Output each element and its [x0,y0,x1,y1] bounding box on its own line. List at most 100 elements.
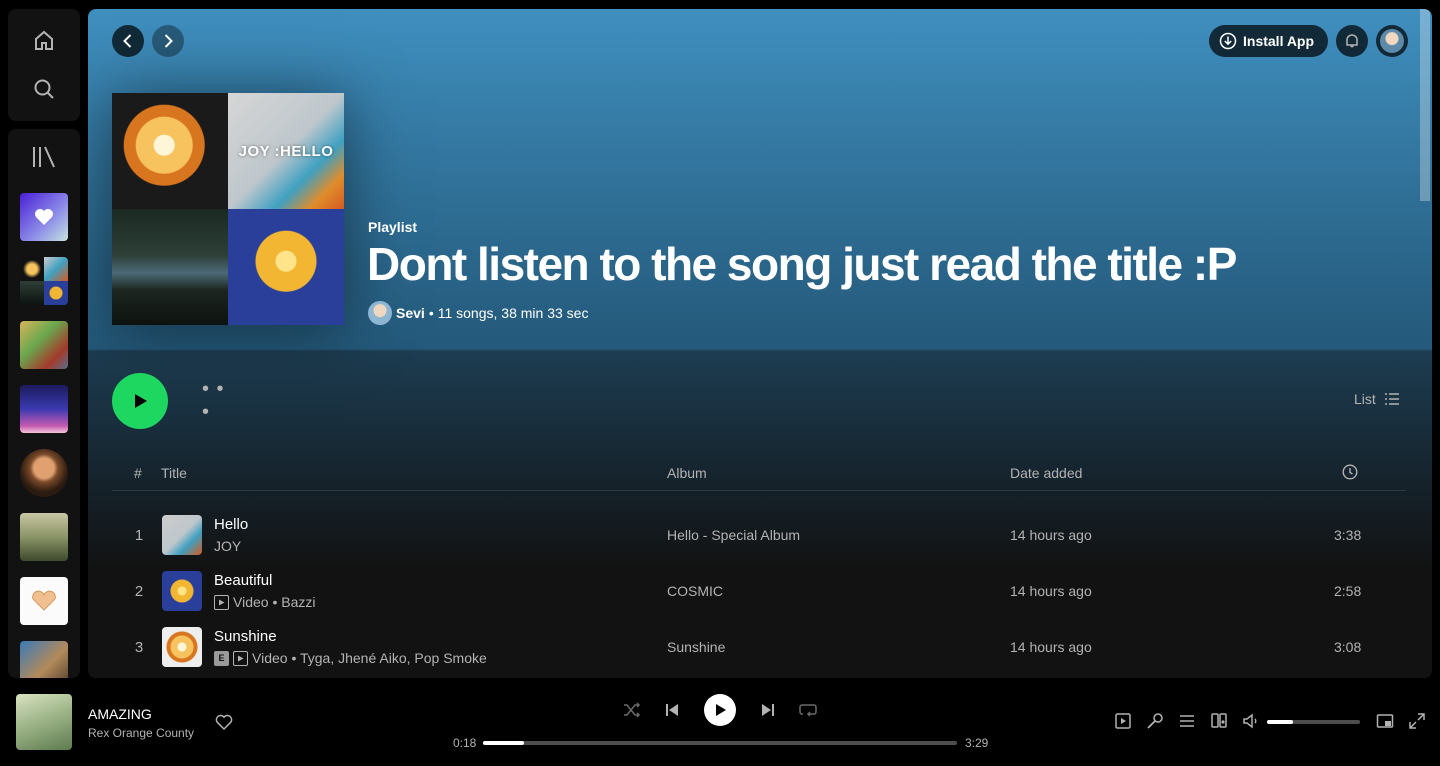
track-thumbnail [162,627,202,667]
track-artist-line: JOY [214,538,241,554]
track-album-link[interactable]: Sunshine [667,639,725,655]
playlist-meta: Sevi • 11 songs, 38 min 33 sec [368,301,588,325]
devices-icon [1211,713,1227,728]
track-artist-line: Video • Bazzi [214,594,315,610]
main-view: Install App JOY :HELLO Playlist Dont lis… [88,9,1432,678]
chevron-right-icon [164,34,173,48]
fullscreen-icon [1409,713,1425,729]
track-number: 1 [134,527,144,544]
play-playlist-button[interactable] [112,373,168,429]
now-playing-cover[interactable] [16,694,72,750]
volume-slider[interactable] [1267,720,1360,724]
owner-name-link[interactable]: Sevi [396,305,425,321]
like-button[interactable] [214,712,234,732]
track-title-link[interactable]: Beautiful [214,572,272,589]
cover-tile [112,209,228,325]
progress-bar[interactable] [483,741,957,745]
mute-button[interactable] [1242,712,1260,730]
table-header: # Title Album Date added [112,457,1406,491]
separator-dot: • [428,305,434,321]
library-playlist-item[interactable] [20,385,68,433]
download-icon [1219,32,1237,50]
library-playlist-item[interactable] [20,257,68,305]
skip-forward-icon [762,704,774,716]
playlist-type: Playlist [368,219,418,235]
track-date-added: 14 hours ago [1010,527,1092,543]
library-playlist-item[interactable] [20,513,68,561]
column-header-date-added[interactable]: Date added [1010,465,1082,481]
volume-fill [1267,720,1294,724]
cover-tile: JOY :HELLO [228,93,344,209]
next-button[interactable] [756,700,780,720]
table-row[interactable]: 3 Sunshine E Video • Tyga, Jhené Aiko, P… [112,619,1406,675]
search-icon[interactable] [28,73,60,105]
track-duration: 2:58 [1334,583,1362,599]
previous-button[interactable] [660,700,684,720]
liked-songs-item[interactable] [20,193,68,241]
elapsed-time: 0:18 [453,736,477,750]
scrollbar[interactable] [1420,9,1430,201]
table-row[interactable]: 1 Hello JOY Hello - Special Album 14 hou… [112,507,1406,563]
repeat-button[interactable] [796,700,820,720]
queue-icon [1180,715,1194,727]
video-icon [233,650,248,666]
view-toggle-label: List [1354,391,1376,407]
user-avatar-button[interactable] [1376,25,1408,57]
track-title-link[interactable]: Hello [214,516,248,533]
miniplayer-button[interactable] [1376,712,1394,730]
column-header-album[interactable]: Album [667,465,707,481]
heart-outline-icon [215,714,233,731]
track-duration: 3:08 [1334,639,1362,655]
track-artist-link[interactable]: Video • Bazzi [233,594,315,610]
now-playing-artist[interactable]: Rex Orange County [88,726,194,740]
track-duration: 3:38 [1334,527,1362,543]
fullscreen-button[interactable] [1408,712,1426,730]
track-date-added: 14 hours ago [1010,639,1092,655]
queue-button[interactable] [1178,712,1196,730]
video-icon [214,594,229,610]
play-icon [716,704,726,716]
forward-button[interactable] [152,25,184,57]
column-header-number: # [134,465,142,481]
library-playlist-item[interactable] [20,641,68,678]
microphone-icon [1147,713,1163,729]
track-date-added: 14 hours ago [1010,583,1092,599]
owner-avatar [368,301,392,325]
volume-icon [1243,713,1257,729]
install-app-button[interactable]: Install App [1209,25,1328,57]
track-artist-link[interactable]: JOY [214,538,241,554]
library-artist-item[interactable] [20,449,68,497]
view-toggle-button[interactable]: List [1354,391,1400,407]
track-album-link[interactable]: COSMIC [667,583,723,599]
track-artist-link[interactable]: Video • Tyga, Jhené Aiko, Pop Smoke [252,650,487,666]
play-pause-button[interactable] [704,694,736,726]
progress-fill [483,741,524,745]
now-playing-view-icon [1115,713,1131,729]
now-playing-view-button[interactable] [1114,712,1132,730]
table-row[interactable]: 2 Beautiful Video • Bazzi COSMIC 14 hour… [112,563,1406,619]
total-time: 3:29 [965,736,989,750]
connect-device-button[interactable] [1210,712,1228,730]
column-header-title[interactable]: Title [161,465,187,481]
home-icon[interactable] [28,25,60,57]
heart-hands-icon [32,590,56,611]
track-thumbnail [162,571,202,611]
notifications-button[interactable] [1336,25,1368,57]
library-icon[interactable] [30,143,58,171]
playlist-cover[interactable]: JOY :HELLO [112,93,344,325]
install-app-label: Install App [1243,33,1315,49]
shuffle-button[interactable] [620,700,644,720]
lyrics-button[interactable] [1146,712,1164,730]
back-button[interactable] [112,25,144,57]
library-playlist-item[interactable] [20,321,68,369]
cover-tile [228,209,344,325]
now-playing-title[interactable]: AMAZING [88,706,152,722]
chevron-left-icon [123,34,132,48]
page-title[interactable]: Dont listen to the song just read the ti… [367,237,1237,291]
more-options-button[interactable]: • • • [202,378,232,423]
play-icon [135,394,147,408]
track-album-link[interactable]: Hello - Special Album [667,527,800,543]
library-playlist-item[interactable] [20,577,68,625]
app: Install App JOY :HELLO Playlist Dont lis… [0,0,1440,766]
track-title-link[interactable]: Sunshine [214,628,277,645]
